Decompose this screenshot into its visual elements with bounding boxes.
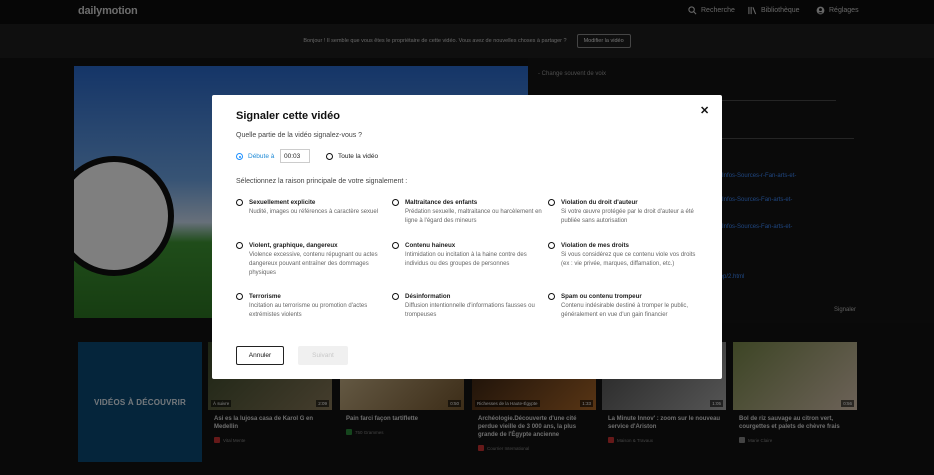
cancel-button[interactable]: Annuler (236, 346, 284, 365)
reason-description: Si votre œuvre protégée par le droit d'a… (561, 209, 694, 224)
report-video-dialog: Signaler cette vidéo ✕ Quelle partie de … (212, 95, 722, 379)
start-at-radio[interactable] (236, 153, 243, 160)
reason-radio-sexually-explicit[interactable] (236, 199, 243, 206)
whole-video-radio[interactable] (326, 153, 333, 160)
reason-radio-terrorism[interactable] (236, 293, 243, 300)
reason-radio-rights[interactable] (548, 242, 555, 249)
reason-description: Diffusion intentionnelle d'informations … (405, 303, 535, 318)
reason-title[interactable]: Désinformation (405, 293, 450, 300)
section-question: Quelle partie de la vidéo signalez-vous … (236, 132, 363, 139)
reason-description: Prédation sexuelle, maltraitance ou harc… (405, 209, 542, 224)
reason-radio-child-abuse[interactable] (392, 199, 399, 206)
reason-title[interactable]: Contenu haineux (405, 242, 455, 249)
reason-title[interactable]: Violation du droit d'auteur (561, 199, 638, 206)
reason-description: Nudité, images ou références à caractère… (249, 209, 379, 215)
reason-radio-spam[interactable] (548, 293, 555, 300)
reason-description: Incitation au terrorisme ou promotion d'… (249, 303, 368, 318)
reason-description: Violence excessive, contenu répugnant ou… (249, 252, 378, 276)
reason-description: Si vous considérez que ce contenu viole … (561, 252, 696, 267)
reason-description: Contenu indésirable destiné à tromper le… (561, 303, 689, 318)
reason-radio-hateful[interactable] (392, 242, 399, 249)
whole-video-label[interactable]: Toute la vidéo (338, 153, 378, 160)
next-button[interactable]: Suivant (298, 346, 348, 365)
reason-radio-disinformation[interactable] (392, 293, 399, 300)
reason-question: Sélectionnez la raison principale de vot… (236, 178, 408, 185)
start-at-label[interactable]: Débute à (248, 153, 274, 160)
start-time-input[interactable]: 00:03 (280, 149, 310, 163)
reason-title[interactable]: Violation de mes droits (561, 242, 629, 249)
reason-title[interactable]: Maltraitance des enfants (405, 199, 477, 206)
dialog-title: Signaler cette vidéo (236, 110, 340, 122)
reason-radio-copyright[interactable] (548, 199, 555, 206)
reason-title[interactable]: Spam ou contenu trompeur (561, 293, 642, 300)
reason-title[interactable]: Sexuellement explicite (249, 199, 315, 206)
reason-title[interactable]: Violent, graphique, dangereux (249, 242, 338, 249)
reason-radio-violent[interactable] (236, 242, 243, 249)
reason-title[interactable]: Terrorisme (249, 293, 281, 300)
reason-description: Intimidation ou incitation à la haine co… (405, 252, 527, 267)
close-icon[interactable]: ✕ (700, 104, 709, 117)
